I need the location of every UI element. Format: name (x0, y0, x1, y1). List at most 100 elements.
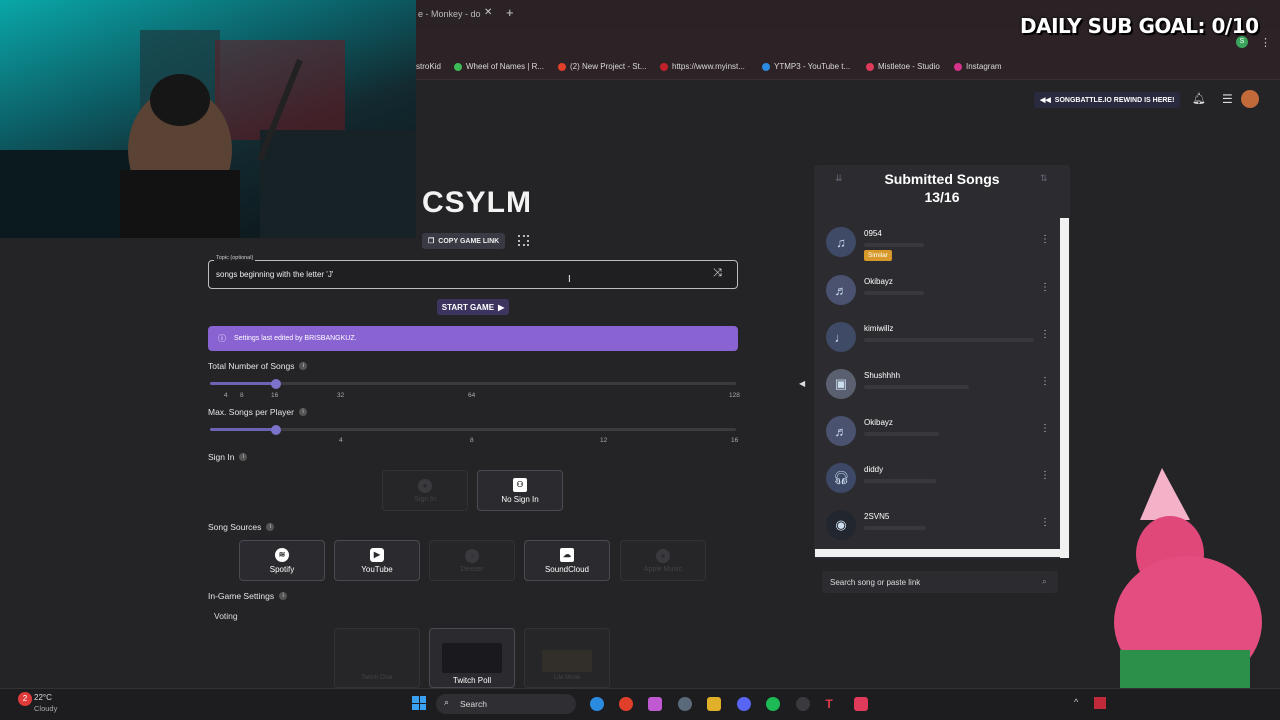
spotify-source-button[interactable]: ≋ Spotify (239, 540, 325, 581)
youtube-source-button[interactable]: ▶ YouTube (334, 540, 420, 581)
song-row[interactable]: ♩ kimiwillz ⋮ (826, 322, 1056, 362)
text-app-icon[interactable]: T (822, 697, 836, 711)
no-sign-in-option[interactable]: ⚇ No Sign In (477, 470, 563, 511)
deezer-icon: ♪ (465, 548, 479, 563)
shuffle-icon[interactable]: ⤨ (713, 267, 722, 280)
info-icon[interactable]: i (266, 523, 275, 531)
chrome-icon[interactable] (619, 697, 633, 711)
copy-game-link-button[interactable]: ❐ COPY GAME LINK (422, 233, 506, 249)
rewind-announcement-button[interactable]: ◀◀ SONGBATTLE.IO REWIND IS HERE! (1034, 92, 1181, 108)
search-icon: ⌕ (444, 697, 450, 707)
close-tab-icon[interactable]: ✕ (484, 7, 492, 18)
notification-badge[interactable]: 2 (18, 692, 32, 706)
bookmark-item[interactable]: Instagram (954, 62, 1002, 71)
total-songs-slider-thumb[interactable] (271, 379, 281, 389)
song-title-redacted (864, 243, 924, 247)
song-title-redacted (864, 385, 969, 389)
max-songs-slider-thumb[interactable] (271, 425, 281, 435)
bookmark-item[interactable]: stroKid (416, 62, 441, 71)
browser-tab-active[interactable]: e - Monkey - do (418, 9, 481, 19)
tray-chevron-icon[interactable]: ^ (1074, 697, 1078, 707)
user-avatar[interactable] (1241, 90, 1259, 108)
twitch-poll-option[interactable]: Twitch Poll (429, 628, 515, 688)
info-icon[interactable]: i (299, 362, 308, 370)
info-icon[interactable]: i (239, 453, 248, 461)
sign-in-option[interactable]: ● Sign In (382, 470, 468, 511)
sub-goal-overlay: DAILY SUB GOAL: 0/10 (1020, 14, 1259, 38)
bookmark-item[interactable]: YTMP3 - YouTube t... (762, 62, 850, 71)
voting-label: Voting (214, 611, 238, 621)
file-explorer-icon[interactable] (707, 697, 721, 711)
info-icon[interactable]: i (298, 408, 307, 416)
tick-label: 12 (600, 437, 608, 444)
info-icon[interactable]: i (279, 592, 288, 600)
twitch-poll-preview (442, 643, 502, 673)
song-sources-label: Song Sources i (208, 522, 275, 532)
song-row[interactable]: ▣ Shushhhh ⋮ (826, 369, 1056, 409)
obs-icon[interactable] (796, 697, 810, 711)
bell-icon[interactable]: 🔔︎ (1192, 92, 1206, 105)
hamburger-menu-icon[interactable]: ☰ (1222, 92, 1233, 106)
bookmark-item[interactable]: Wheel of Names | R... (454, 62, 544, 71)
more-options-icon[interactable]: ⋮ (1040, 424, 1050, 434)
max-songs-slider[interactable] (210, 428, 736, 431)
search-song-input[interactable]: Search song or paste link (822, 571, 1058, 593)
search-icon: ⌕ (1042, 576, 1048, 586)
bookmark-favicon-icon (762, 62, 770, 71)
topic-label: Topic (optional) (214, 255, 256, 261)
tick-label: 8 (240, 392, 244, 399)
apple-music-source-button[interactable]: ● Apple Music (620, 540, 706, 581)
edge-icon[interactable] (590, 697, 604, 711)
spotify-icon[interactable] (766, 697, 780, 711)
more-options-icon[interactable]: ⋮ (1040, 471, 1050, 481)
spotify-icon: ≋ (275, 547, 289, 562)
taskbar-search[interactable]: Search (436, 694, 576, 714)
tick-label: 64 (468, 392, 476, 399)
song-row[interactable]: 🎧︎ diddy ⋮ (826, 463, 1056, 503)
bookmark-favicon-icon (954, 62, 962, 71)
deezer-source-button[interactable]: ♪ Deezer (429, 540, 515, 581)
more-options-icon[interactable]: ⋮ (1040, 235, 1050, 245)
total-songs-slider[interactable] (210, 382, 736, 385)
lite-mode-preview (542, 650, 592, 672)
bookmark-item[interactable]: https://www.myinst... (660, 62, 745, 71)
bookmark-favicon-icon (660, 62, 668, 71)
tick-label: 8 (470, 437, 474, 444)
topic-value: songs beginning with the letter 'J' (216, 270, 334, 279)
weather-temp[interactable]: 22°C (34, 693, 52, 702)
more-options-icon[interactable]: ⋮ (1040, 377, 1050, 387)
soundcloud-source-button[interactable]: ☁ SoundCloud (524, 540, 610, 581)
panel-horizontal-scrollbar[interactable] (815, 549, 1060, 557)
max-songs-label: Max. Songs per Player i (208, 407, 307, 417)
panel-scrollbar[interactable] (1060, 218, 1069, 558)
browser-menu-icon[interactable]: ⋮ (1260, 36, 1271, 49)
discord-icon[interactable] (737, 697, 751, 711)
apple-icon: ● (656, 548, 670, 563)
bookmark-item[interactable]: Mistletoe - Studio (866, 62, 940, 71)
tiktok-icon[interactable] (854, 697, 868, 711)
taskbar (0, 688, 1280, 720)
bookmark-favicon-icon (454, 62, 462, 71)
song-row[interactable]: ♫ 0954 ⋮ (826, 227, 1056, 267)
more-options-icon[interactable]: ⋮ (1040, 518, 1050, 528)
lite-mode-option[interactable]: Lite Mode (524, 628, 610, 688)
app-icon[interactable] (648, 697, 662, 711)
song-row[interactable]: ◉ 2SVN5 ⋮ (826, 510, 1056, 550)
song-row[interactable]: ♬ Okibayz ⋮ (826, 416, 1056, 456)
more-options-icon[interactable]: ⋮ (1040, 283, 1050, 293)
bookmark-item[interactable]: (2) New Project - St... (558, 62, 646, 71)
song-row[interactable]: ♬ Okibayz ⋮ (826, 275, 1056, 315)
similar-badge: Similar (864, 250, 892, 261)
qr-code-icon[interactable] (518, 235, 529, 246)
twitch-chat-option[interactable]: Twitch Chat (334, 628, 420, 688)
song-title-redacted (864, 479, 936, 483)
bookmark-favicon-icon (558, 62, 566, 71)
start-game-button[interactable]: START GAME ▶ (437, 299, 509, 315)
windows-start-icon[interactable] (412, 696, 426, 710)
tick-label: 4 (224, 392, 228, 399)
new-tab-icon[interactable]: + (506, 5, 514, 20)
settings-icon[interactable] (678, 697, 692, 711)
tray-app-icon[interactable] (1094, 697, 1106, 709)
more-options-icon[interactable]: ⋮ (1040, 330, 1050, 340)
collapse-panel-icon[interactable]: ◀ (799, 379, 805, 388)
